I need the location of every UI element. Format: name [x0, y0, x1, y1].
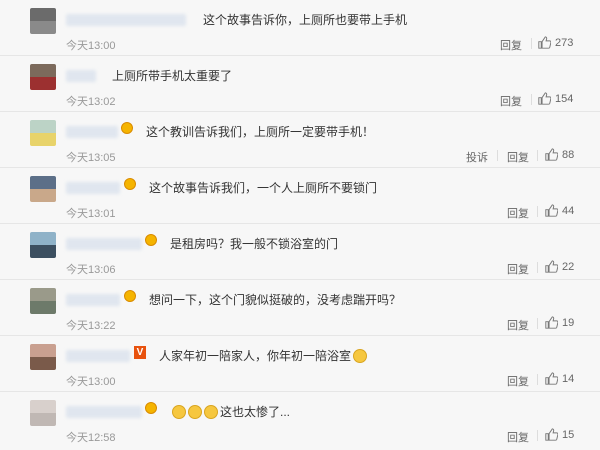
like-count: 88 — [562, 148, 575, 161]
reply-button[interactable]: 回复 — [507, 373, 529, 389]
timestamp: 今天13:22 — [66, 320, 116, 332]
like-count: 44 — [562, 204, 575, 217]
avatar[interactable] — [30, 8, 56, 34]
like-button[interactable]: 15 — [545, 428, 574, 441]
username[interactable] — [66, 294, 120, 306]
emoji-badge-icon — [145, 402, 157, 414]
thumbs-up-icon — [545, 316, 558, 329]
like-count: 154 — [555, 92, 574, 105]
like-count: 14 — [562, 372, 575, 385]
timestamp: 今天13:06 — [66, 264, 116, 276]
thumbs-up-icon — [545, 260, 558, 273]
like-count: 19 — [562, 316, 575, 329]
like-button[interactable]: 44 — [545, 204, 574, 217]
avatar[interactable] — [30, 344, 56, 370]
report-button[interactable]: 投诉 — [466, 149, 488, 165]
divider — [537, 206, 538, 217]
username[interactable] — [66, 350, 130, 362]
comment-item: 这也太惨了... 今天12:58 回复 15 — [0, 392, 600, 448]
like-button[interactable]: 273 — [538, 36, 573, 49]
avatar[interactable] — [30, 232, 56, 258]
avatar[interactable] — [30, 120, 56, 146]
comment-text-body: 这也太惨了... — [220, 405, 291, 419]
comment-item: 这个故事告诉你，上厕所也要带上手机 今天13:00 回复 273 — [0, 0, 600, 56]
reply-button[interactable]: 回复 — [500, 93, 522, 109]
emoji-badge-icon — [145, 234, 157, 246]
grin-emoji-icon — [353, 349, 368, 363]
comment-text: 想问一下，这个门貌似挺破的，没考虑踹开吗？ — [149, 293, 402, 307]
comment-text: 是租房吗？我一般不锁浴室的门 — [170, 237, 339, 251]
divider — [537, 318, 538, 329]
timestamp: 今天13:05 — [66, 152, 116, 164]
reply-button[interactable]: 回复 — [507, 429, 529, 445]
comment-text: 这个教训告诉我们，上厕所一定要带手机！ — [146, 125, 375, 139]
reply-button[interactable]: 回复 — [507, 261, 529, 277]
divider — [537, 374, 538, 385]
like-button[interactable]: 88 — [545, 148, 574, 161]
timestamp: 今天13:01 — [66, 208, 116, 220]
thumbs-up-icon — [545, 428, 558, 441]
avatar[interactable] — [30, 400, 56, 426]
avatar[interactable] — [30, 64, 56, 90]
comment-item: V 人家年初一陪家人，你年初一陪浴室 今天13:00 回复 14 — [0, 336, 600, 392]
emoji-badge-icon — [124, 178, 136, 190]
comment-text: 人家年初一陪家人，你年初一陪浴室 — [159, 347, 369, 364]
comment-item: 是租房吗？我一般不锁浴室的门 今天13:06 回复 22 — [0, 224, 600, 280]
thumbs-up-icon — [545, 204, 558, 217]
comment-text-body: 人家年初一陪家人，你年初一陪浴室 — [159, 349, 352, 363]
username[interactable] — [66, 126, 118, 138]
username[interactable] — [66, 182, 120, 194]
like-button[interactable]: 154 — [538, 92, 573, 105]
timestamp: 今天13:02 — [66, 96, 116, 108]
avatar[interactable] — [30, 176, 56, 202]
thumbs-up-icon — [538, 92, 551, 105]
like-button[interactable]: 19 — [545, 316, 574, 329]
crying-emoji-icon — [204, 405, 218, 419]
thumbs-up-icon — [545, 372, 558, 385]
comment-item: 这个故事告诉我们，一个人上厕所不要锁门 今天13:01 回复 44 — [0, 168, 600, 224]
comment-item: 上厕所带手机太重要了 今天13:02 回复 154 — [0, 56, 600, 112]
verified-badge-icon: V — [134, 346, 146, 359]
comment-item: 这个教训告诉我们，上厕所一定要带手机！ 今天13:05 投诉 回复 88 — [0, 112, 600, 168]
like-count: 273 — [555, 36, 574, 49]
crying-emoji-icon — [172, 405, 186, 419]
reply-button[interactable]: 回复 — [500, 37, 522, 53]
crying-emoji-icon — [188, 405, 202, 419]
emoji-badge-icon — [124, 290, 136, 302]
timestamp: 今天13:00 — [66, 376, 116, 388]
timestamp: 今天13:00 — [66, 40, 116, 52]
like-count: 22 — [562, 260, 575, 273]
username[interactable] — [66, 406, 142, 418]
comment-text: 这个故事告诉你，上厕所也要带上手机 — [203, 13, 408, 27]
like-count: 15 — [562, 428, 575, 441]
divider — [531, 38, 532, 49]
reply-button[interactable]: 回复 — [507, 205, 529, 221]
divider — [537, 430, 538, 441]
thumbs-up-icon — [545, 148, 558, 161]
username[interactable] — [66, 238, 142, 250]
thumbs-up-icon — [538, 36, 551, 49]
like-button[interactable]: 22 — [545, 260, 574, 273]
divider — [531, 94, 532, 105]
avatar[interactable] — [30, 288, 56, 314]
reply-button[interactable]: 回复 — [507, 317, 529, 333]
username[interactable] — [66, 14, 186, 26]
emoji-badge-icon — [121, 122, 133, 134]
divider — [497, 150, 498, 161]
reply-button[interactable]: 回复 — [507, 149, 529, 165]
comment-text: 上厕所带手机太重要了 — [112, 69, 233, 83]
comment-text: 这个故事告诉我们，一个人上厕所不要锁门 — [149, 181, 378, 195]
username[interactable] — [66, 70, 96, 82]
comment-text: 这也太惨了... — [172, 403, 290, 420]
timestamp: 今天12:58 — [66, 432, 116, 444]
divider — [537, 262, 538, 273]
comment-item: 想问一下，这个门貌似挺破的，没考虑踹开吗？ 今天13:22 回复 19 — [0, 280, 600, 336]
like-button[interactable]: 14 — [545, 372, 574, 385]
divider — [537, 150, 538, 161]
